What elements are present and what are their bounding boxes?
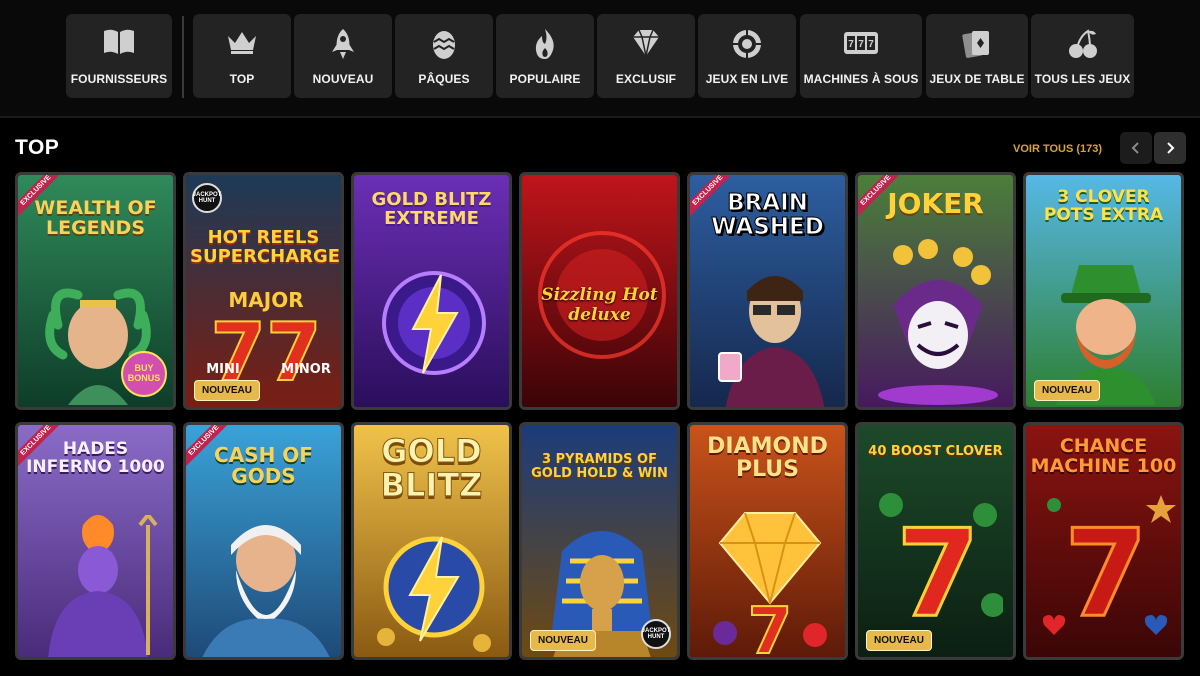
svg-text:7: 7 (896, 505, 980, 635)
character-graphic (718, 276, 825, 407)
nav-tab-label: JEUX DE TABLE (929, 72, 1025, 86)
chevron-right-icon (1167, 142, 1175, 154)
nav-tab-all-games[interactable]: TOUS LES JEUX (1031, 14, 1134, 98)
game-tile[interactable]: EXCLUSIVE HADES INFERNO 1000 (15, 422, 176, 660)
joker-graphic (878, 239, 998, 405)
nav-tab-label: NOUVEAU (312, 72, 374, 86)
jackpot-hunt-badge: JACKPOT HUNT (192, 183, 222, 213)
svg-text:MINI: MINI (206, 362, 240, 377)
roulette-icon (733, 30, 761, 58)
nav-tab-label: PÂQUES (418, 72, 470, 86)
flame-icon (535, 29, 554, 59)
game-title: WEALTH OF LEGENDS (34, 197, 157, 239)
nav-tab-live[interactable]: JEUX EN LIVE (698, 14, 796, 98)
nav-providers-button[interactable]: FOURNISSEURS (66, 14, 172, 98)
nav-tab-label: TOUS LES JEUX (1034, 72, 1131, 86)
lightning-coin-graphic (377, 536, 491, 652)
svg-text:7: 7 (848, 39, 854, 50)
game-tile[interactable]: JACKPOT HUNT HOT REELS SUPERCHARGED MAJO… (183, 172, 344, 410)
nav-tab-slots[interactable]: 7 7 7 MACHINES À SOUS (800, 14, 922, 98)
cherries-icon (1068, 29, 1097, 58)
nav-tab-exclusive[interactable]: EXCLUSIF (597, 14, 695, 98)
new-badge: NOUVEAU (866, 630, 933, 651)
easter-egg-icon (433, 31, 455, 59)
nav-tab-popular[interactable]: POPULAIRE (496, 14, 594, 98)
triple-seven-graphic: MAJOR 77 MINI MINOR (206, 288, 331, 395)
game-title: CHANCE machine 100 (1030, 435, 1177, 477)
game-title: Sizzling Hot deluxe (541, 285, 658, 325)
game-tile[interactable]: WEALTH OF LEGENDS EXCLUSIVE BUY BONUS (15, 172, 176, 410)
game-title: DIAMOND PLUS (707, 434, 828, 483)
diamond-seven-graphic: 7 (713, 512, 827, 658)
buy-bonus-badge: BUY BONUS (121, 351, 167, 397)
rocket-icon (332, 29, 354, 59)
game-tile[interactable]: EXCLUSIVE JOKER (855, 172, 1016, 410)
carousel-prev-button[interactable] (1120, 132, 1152, 164)
game-title: BRAIN WASHED (711, 190, 825, 241)
new-badge: NOUVEAU (530, 630, 597, 651)
nav-tab-label: JEUX EN LIVE (705, 72, 789, 86)
game-title: 40 BOOST CLOVER (868, 444, 1003, 459)
game-tile[interactable]: 3 PYRAMIDS OF GOLD HOLD & WIN JACKPOT HU… (519, 422, 680, 660)
chance-seven-graphic: 7 (1042, 495, 1176, 646)
game-tile[interactable]: EXCLUSIVE CASH OF GODS (183, 422, 344, 660)
game-title: GOLD BLITZ (380, 432, 483, 504)
game-tile[interactable]: Sizzling Hot deluxe (519, 172, 680, 410)
carousel-next-button[interactable] (1154, 132, 1186, 164)
nav-tab-new[interactable]: NOUVEAU (294, 14, 392, 98)
game-title: HADES INFERNO 1000 (26, 439, 165, 477)
lightning-orb-graphic (382, 271, 486, 375)
game-title: CASH OF GODS (214, 443, 313, 488)
slot-machine-icon: 7 7 7 (844, 32, 878, 54)
svg-text:7: 7 (748, 595, 793, 658)
game-tile[interactable]: GOLD BLITZ (351, 422, 512, 660)
game-tile[interactable]: CHANCE machine 100 7 (1023, 422, 1184, 660)
hades-graphic (48, 515, 158, 657)
view-all-link[interactable]: VOIR TOUS (173) (1013, 143, 1102, 155)
game-tile[interactable]: EXCLUSIVE BRAIN WASHED (687, 172, 848, 410)
zeus-graphic (202, 525, 330, 657)
game-title: JOKER (887, 187, 984, 220)
game-title: GOLD BLITZ EXTREME (371, 189, 492, 229)
svg-text:7: 7 (858, 39, 864, 50)
game-title: HOT REELS SUPERCHARGED (190, 227, 344, 267)
game-tile[interactable]: GOLD BLITZ EXTREME (351, 172, 512, 410)
nav-divider (182, 16, 184, 98)
game-tile[interactable]: 3 CLOVER POTS EXTRA NOUVEAU (1023, 172, 1184, 410)
crown-icon (228, 32, 256, 54)
nav-tab-top[interactable]: TOP (193, 14, 291, 98)
svg-text:MINOR: MINOR (281, 362, 331, 377)
clover-seven-graphic: 7 (879, 493, 1003, 635)
jackpot-hunt-badge: JACKPOT HUNT (641, 619, 671, 649)
nav-tab-table-games[interactable]: JEUX DE TABLE (926, 14, 1028, 98)
game-title: 3 CLOVER POTS EXTRA (1043, 187, 1164, 225)
nav-tab-label: POPULAIRE (509, 72, 581, 86)
game-tile[interactable]: DIAMOND PLUS 7 (687, 422, 848, 660)
new-badge: NOUVEAU (194, 380, 261, 401)
nav-providers-label: FOURNISSEURS (70, 72, 168, 86)
category-nav: FOURNISSEURS TOP NOUVEAU PÂQUES POPULAIR… (0, 0, 1200, 118)
nav-tab-label: TOP (229, 72, 255, 86)
game-tile[interactable]: 40 BOOST CLOVER 7 NOUVEAU (855, 422, 1016, 660)
svg-text:7: 7 (868, 39, 874, 50)
nav-separator (0, 116, 1200, 118)
new-badge: NOUVEAU (1034, 380, 1101, 401)
diamond-icon (633, 29, 659, 57)
game-title: 3 PYRAMIDS OF GOLD HOLD & WIN (531, 452, 668, 481)
section-title: TOP (15, 136, 60, 159)
nav-tab-label: EXCLUSIF (615, 72, 677, 86)
svg-text:7: 7 (1064, 505, 1148, 644)
book-icon (104, 29, 134, 54)
chevron-left-icon (1131, 142, 1139, 154)
nav-tab-easter[interactable]: PÂQUES (395, 14, 493, 98)
nav-tab-label: MACHINES À SOUS (803, 72, 919, 86)
cards-icon (962, 31, 989, 58)
